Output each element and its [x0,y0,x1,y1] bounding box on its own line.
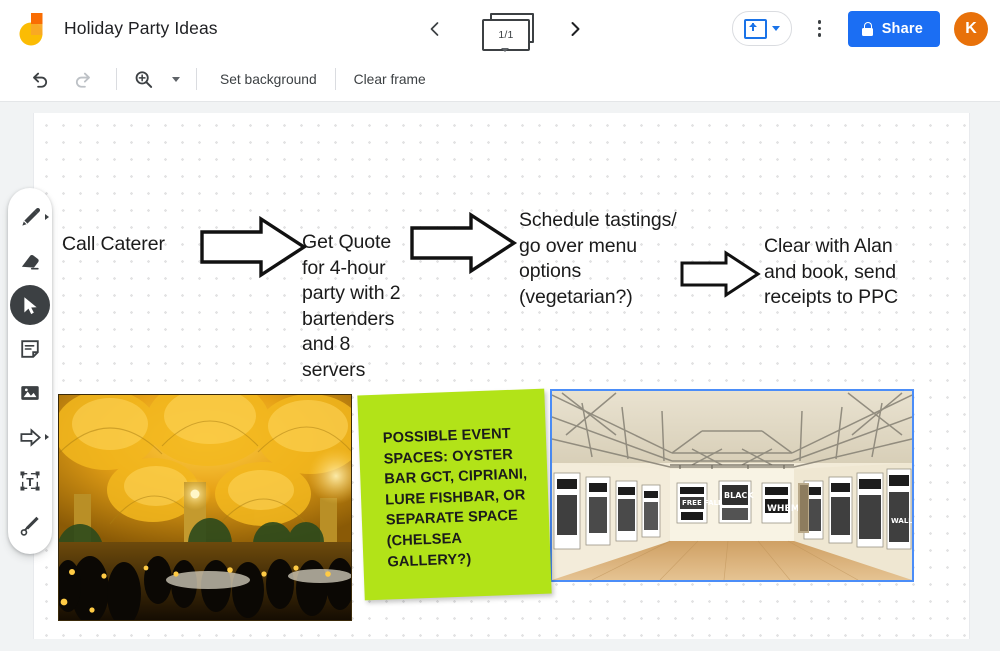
next-frame-button[interactable] [560,14,590,44]
jamboard-app: Holiday Party Ideas 1/1 [0,0,1000,651]
undo-button[interactable] [22,62,56,96]
toolbar-divider [116,68,117,90]
flow-arrow-3[interactable] [679,250,761,303]
tool-palette: T [8,188,52,554]
svg-text:BLACK: BLACK [724,491,754,500]
jam-board-canvas[interactable]: Call Caterer Get Quote for 4-hour party … [33,113,970,639]
zoom-dropdown-caret-icon[interactable] [172,77,180,82]
tool-select[interactable] [10,285,50,325]
image-icon [19,382,41,404]
sticky-note-text: POSSIBLE EVENT SPACES: OYSTER BAR GCT, C… [383,423,531,572]
step-1-text[interactable]: Call Caterer [62,232,165,258]
tool-sticky-note[interactable] [10,329,50,369]
clear-frame-button[interactable]: Clear frame [340,72,440,87]
jamboard-logo-icon[interactable] [14,8,56,50]
redo-icon [73,69,94,90]
toolbar-divider [196,68,197,90]
zoom-in-button[interactable] [126,62,160,96]
chevron-down-icon[interactable] [772,26,780,31]
chevron-down-icon[interactable] [501,48,509,52]
tool-laser-pointer[interactable] [10,505,50,545]
more-vert-icon[interactable] [806,12,834,46]
present-export-icon [744,19,767,39]
photo-gallery-space[interactable]: FREE FALL BLACK WHEM! [552,391,912,580]
canvas-area[interactable]: Call Caterer Get Quote for 4-hour party … [0,102,1000,651]
undo-icon [29,69,50,90]
step-4-text[interactable]: Clear with Alan and book, send receipts … [764,234,898,311]
cursor-icon [20,295,41,316]
zoom-in-icon [133,69,154,90]
share-button[interactable]: Share [848,11,940,47]
present-export-button[interactable] [732,11,792,46]
avatar[interactable]: K [954,12,988,46]
edit-toolbar: Set background Clear frame [0,57,1000,102]
frame-selector[interactable]: 1/1 [474,7,536,51]
arrow-shape-icon [19,426,42,449]
pen-icon [19,206,42,229]
text-box-icon: T [19,470,41,492]
previous-frame-button[interactable] [420,14,450,44]
share-button-label: Share [882,21,923,37]
frame-navigation: 1/1 [420,0,590,57]
chevron-right-icon[interactable] [45,214,49,220]
tool-image[interactable] [10,373,50,413]
sticky-note-event-spaces[interactable]: POSSIBLE EVENT SPACES: OYSTER BAR GCT, C… [357,389,551,601]
photo-banquet-hall[interactable] [58,394,352,621]
svg-text:WALL: WALL [891,517,912,525]
redo-button[interactable] [66,62,100,96]
svg-text:FREE FALL: FREE FALL [682,499,723,507]
eraser-icon [19,250,42,273]
top-bar: Holiday Party Ideas 1/1 [0,0,1000,57]
toolbar-divider [335,68,336,90]
flow-arrow-2[interactable] [408,211,518,280]
tool-text-box[interactable]: T [10,461,50,501]
frame-counter: 1/1 [482,19,530,51]
lock-icon [862,22,873,36]
tool-eraser[interactable] [10,241,50,281]
flow-arrow-1[interactable] [198,215,308,284]
top-bar-actions: Share K [732,0,988,57]
svg-text:T: T [26,477,34,489]
step-2-text[interactable]: Get Quote for 4-hour party with 2 barten… [302,230,401,383]
chevron-right-icon[interactable] [45,434,49,440]
laser-pointer-icon [19,514,42,537]
tool-pen[interactable] [10,197,50,237]
sticky-note-icon [19,338,41,360]
step-3-text[interactable]: Schedule tastings/ go over menu options … [519,208,677,310]
tool-shape[interactable] [10,417,50,457]
set-background-button[interactable]: Set background [206,72,331,87]
page-title[interactable]: Holiday Party Ideas [64,0,218,57]
